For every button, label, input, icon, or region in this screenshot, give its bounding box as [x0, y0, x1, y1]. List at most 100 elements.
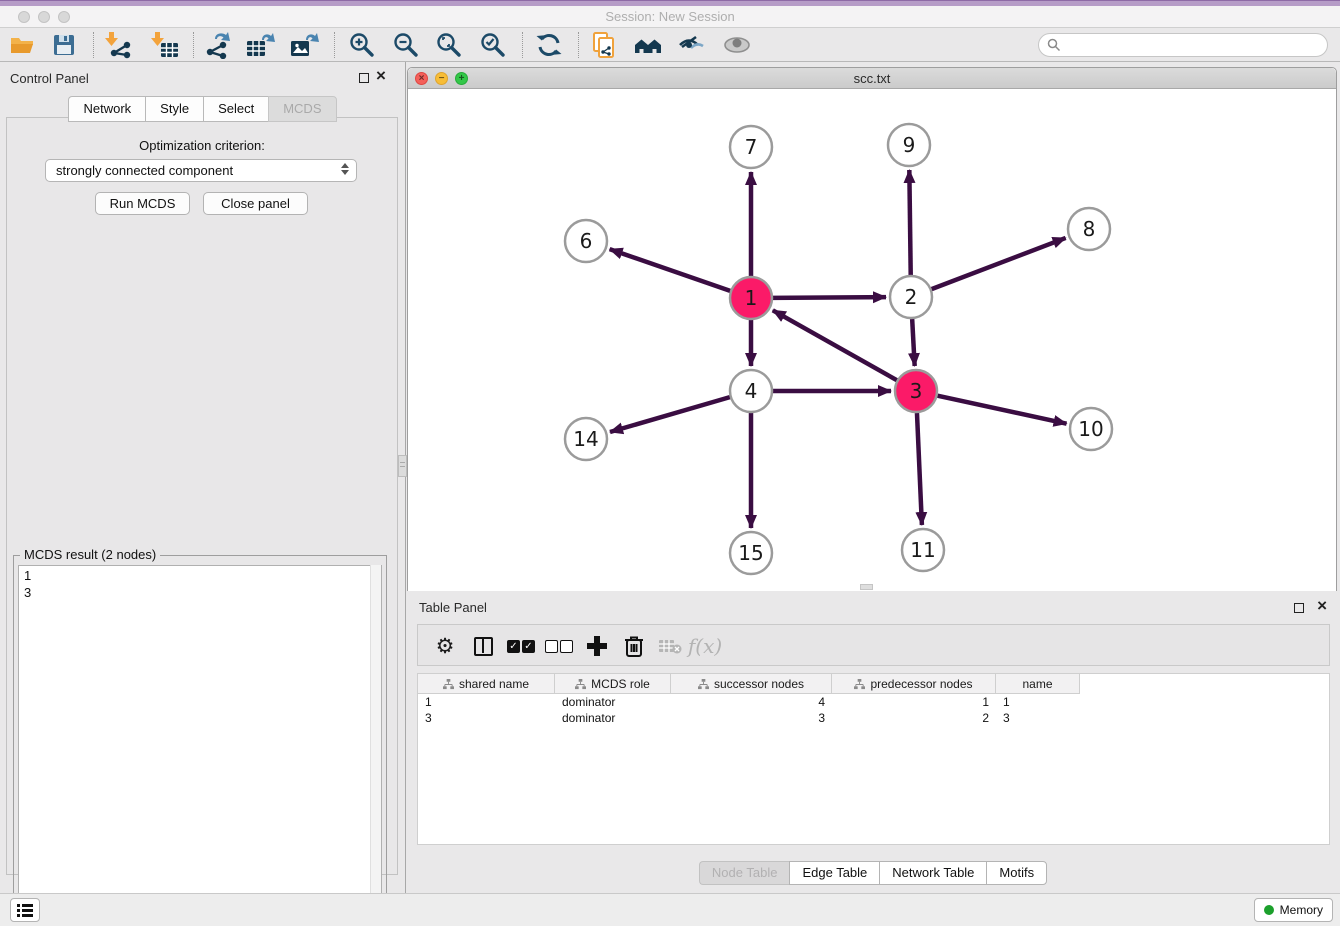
open-session-icon[interactable]	[7, 30, 37, 60]
control-panel-float-icon[interactable]	[359, 73, 369, 83]
search-input[interactable]	[1066, 38, 1327, 53]
cell-mcds-role[interactable]: dominator	[555, 710, 671, 726]
memory-button[interactable]: Memory	[1254, 898, 1333, 922]
clear-all-checks-icon[interactable]	[544, 631, 574, 661]
panel-divider-grip[interactable]	[398, 455, 407, 477]
cell-successor-nodes[interactable]: 3	[671, 710, 832, 726]
graph-node-label-8: 8	[1083, 217, 1096, 241]
close-panel-button[interactable]: Close panel	[203, 192, 308, 215]
table-header-row: shared name MCDS role successor nodes pr…	[418, 674, 1080, 694]
graph-node-label-4: 4	[745, 379, 758, 403]
result-scrollbar[interactable]	[370, 565, 381, 926]
control-panel-close-icon[interactable]: ×	[376, 66, 386, 86]
delete-table-icon[interactable]	[655, 631, 685, 661]
tab-mcds[interactable]: MCDS	[268, 96, 336, 122]
table-settings-icon[interactable]: ⚙	[430, 631, 460, 661]
cell-predecessor-nodes[interactable]: 1	[832, 694, 996, 710]
zoom-in-icon[interactable]	[347, 30, 377, 60]
run-mcds-button[interactable]: Run MCDS	[95, 192, 190, 215]
function-builder-icon[interactable]: f(x)	[690, 631, 720, 661]
refresh-view-icon[interactable]	[534, 30, 564, 60]
graph-edge-3-11[interactable]	[917, 413, 922, 525]
graph-node-label-10: 10	[1078, 417, 1103, 441]
export-network-icon[interactable]	[203, 30, 233, 60]
table-row[interactable]: 1 dominator 4 1 1	[418, 694, 1329, 710]
graph-edge-2-3[interactable]	[912, 319, 915, 366]
network-window-titlebar[interactable]: × − + scc.txt	[408, 68, 1336, 89]
delete-column-icon[interactable]	[619, 631, 649, 661]
show-hide-panel-icon[interactable]	[722, 30, 752, 60]
control-panel-tabs: Network Style Select MCDS	[0, 96, 405, 122]
tab-node-table[interactable]: Node Table	[699, 861, 790, 885]
graph-edge-4-14[interactable]	[610, 397, 730, 432]
node-table[interactable]: shared name MCDS role successor nodes pr…	[417, 673, 1330, 845]
graph-node-label-3: 3	[910, 379, 923, 403]
control-panel: Control Panel × Network Style Select MCD…	[0, 62, 405, 893]
table-panel: Table Panel × ⚙ ✓✓ f(x) shared name MCDS…	[406, 595, 1340, 893]
table-toolbar: ⚙ ✓✓ f(x)	[417, 624, 1330, 666]
graph-node-label-14: 14	[573, 427, 598, 451]
table-panel-title: Table Panel	[419, 600, 487, 615]
column-header-shared-name[interactable]: shared name	[418, 674, 555, 694]
criterion-value: strongly connected component	[56, 163, 233, 178]
graph-edge-3-1[interactable]	[773, 310, 897, 380]
table-panel-float-icon[interactable]	[1294, 603, 1304, 613]
column-type-icon	[443, 679, 454, 690]
app-titlebar: Session: New Session	[0, 6, 1340, 28]
add-column-icon[interactable]	[582, 631, 612, 661]
select-all-checks-icon[interactable]: ✓✓	[506, 631, 536, 661]
tab-edge-table[interactable]: Edge Table	[789, 861, 879, 885]
mcds-result-title: MCDS result (2 nodes)	[20, 547, 160, 562]
zoom-selected-icon[interactable]	[478, 30, 508, 60]
cell-shared-name[interactable]: 1	[418, 694, 555, 710]
export-image-icon[interactable]	[290, 30, 320, 60]
graph-edge-3-10[interactable]	[937, 396, 1066, 424]
tab-motifs[interactable]: Motifs	[986, 861, 1047, 885]
cell-successor-nodes[interactable]: 4	[671, 694, 832, 710]
graph-edge-2-8[interactable]	[932, 238, 1066, 289]
table-row[interactable]: 3 dominator 3 2 3	[418, 710, 1329, 726]
zoom-fit-icon[interactable]	[434, 30, 464, 60]
graph-edge-1-6[interactable]	[610, 249, 731, 291]
toggle-column-display-icon[interactable]	[468, 631, 498, 661]
memory-label: Memory	[1280, 903, 1323, 917]
tab-network-table[interactable]: Network Table	[879, 861, 986, 885]
canvas-resize-grip[interactable]	[860, 584, 873, 590]
table-panel-close-icon[interactable]: ×	[1317, 596, 1327, 616]
cell-predecessor-nodes[interactable]: 2	[832, 710, 996, 726]
save-session-icon[interactable]	[49, 30, 79, 60]
import-network-icon[interactable]	[104, 30, 134, 60]
network-canvas[interactable]: 7968124314101511	[408, 89, 1336, 591]
zoom-out-icon[interactable]	[391, 30, 421, 60]
search-field[interactable]	[1038, 33, 1328, 57]
tab-select[interactable]: Select	[203, 96, 268, 122]
column-header-mcds-role[interactable]: MCDS role	[555, 674, 671, 694]
task-history-button[interactable]	[10, 898, 40, 922]
graph-node-label-2: 2	[905, 285, 918, 309]
network-window-title: scc.txt	[408, 71, 1336, 86]
export-table-icon[interactable]	[246, 30, 276, 60]
cell-name[interactable]: 3	[996, 710, 1080, 726]
graph-edge-1-2[interactable]	[773, 297, 886, 298]
tab-style[interactable]: Style	[145, 96, 203, 122]
graph-node-label-1: 1	[745, 286, 758, 310]
import-table-icon[interactable]	[150, 30, 180, 60]
table-panel-tabs: Node Table Edge Table Network Table Moti…	[406, 861, 1340, 885]
clone-network-icon[interactable]	[590, 30, 620, 60]
criterion-select[interactable]: strongly connected component	[45, 159, 357, 182]
network-graph[interactable]: 7968124314101511	[408, 89, 1336, 591]
column-header-predecessor-nodes[interactable]: predecessor nodes	[832, 674, 996, 694]
mcds-result-groupbox: MCDS result (2 nodes) 1 3	[13, 555, 387, 926]
mcds-result-text[interactable]: 1 3	[18, 565, 382, 926]
column-header-name[interactable]: name	[996, 674, 1080, 694]
graph-edge-2-9[interactable]	[909, 170, 910, 275]
toggle-graphics-details-icon[interactable]	[677, 30, 707, 60]
column-header-successor-nodes[interactable]: successor nodes	[671, 674, 832, 694]
apply-preferred-layout-icon[interactable]	[633, 30, 663, 60]
cell-mcds-role[interactable]: dominator	[555, 694, 671, 710]
cell-shared-name[interactable]: 3	[418, 710, 555, 726]
cell-name[interactable]: 1	[996, 694, 1080, 710]
graph-node-label-9: 9	[903, 133, 916, 157]
graph-node-label-6: 6	[580, 229, 593, 253]
tab-network[interactable]: Network	[68, 96, 145, 122]
